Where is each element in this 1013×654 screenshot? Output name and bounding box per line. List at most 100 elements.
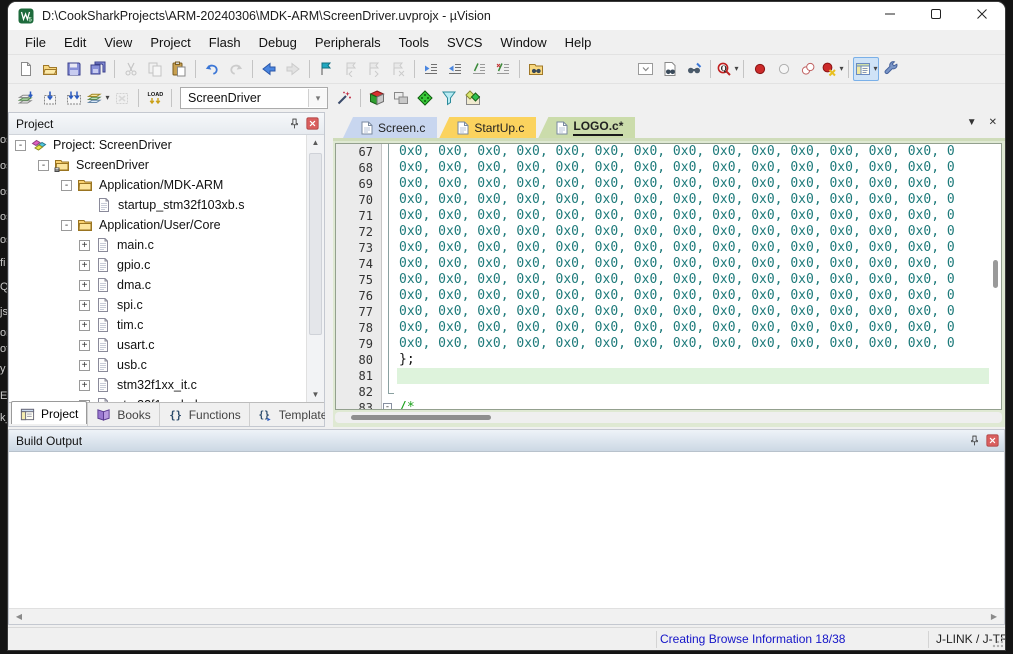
find-button[interactable]: ▾	[682, 58, 706, 80]
menu-item[interactable]: SVCS	[438, 32, 491, 53]
panel-splitter[interactable]	[325, 112, 333, 427]
code-line[interactable]: 80 };	[336, 352, 1001, 368]
rebuild-all-button[interactable]: ▾	[62, 87, 86, 109]
uncomment-selection-button[interactable]: ▾	[491, 58, 515, 80]
scroll-left-icon[interactable]: ◀	[11, 609, 27, 624]
clear-bookmarks-button[interactable]: ▾	[386, 58, 410, 80]
dropdown-caret-icon[interactable]: ▾	[873, 65, 877, 73]
tree-item[interactable]: - Application/MDK-ARM	[9, 175, 324, 195]
code-line[interactable]: 83 - /*	[336, 400, 1001, 410]
menu-item[interactable]: Edit	[55, 32, 95, 53]
find-in-files-button[interactable]: ▾	[524, 58, 548, 80]
panel-tab[interactable]: Books	[87, 403, 158, 426]
menu-item[interactable]: View	[95, 32, 141, 53]
navigate-back-button[interactable]: ▾	[257, 58, 281, 80]
maximize-button[interactable]	[913, 2, 959, 30]
find-text-combobox[interactable]: ▾	[634, 58, 658, 80]
tree-item[interactable]: - Application/User/Core	[9, 215, 324, 235]
file-extensions-button[interactable]: ▾	[389, 87, 413, 109]
tree-item[interactable]: + usb.c	[9, 355, 324, 375]
tree-item[interactable]: - Project: ScreenDriver	[9, 135, 324, 155]
menu-item[interactable]: Flash	[200, 32, 250, 53]
manage-rte-button[interactable]: ▾	[413, 87, 437, 109]
tree-expander[interactable]: -	[15, 140, 26, 151]
scrollbar-thumb[interactable]	[309, 153, 322, 335]
find-in-files-doc-button[interactable]: ▾	[658, 58, 682, 80]
open-file-button[interactable]: ▾	[38, 58, 62, 80]
pack-installer-button[interactable]: ▾	[461, 87, 485, 109]
kill-all-breakpoints-button[interactable]: ▾	[820, 58, 844, 80]
tree-expander[interactable]: -	[38, 160, 49, 171]
menu-item[interactable]: Peripherals	[306, 32, 390, 53]
scroll-down-icon[interactable]: ▼	[307, 387, 324, 402]
navigate-forward-button[interactable]: ▾	[281, 58, 305, 80]
tree-item[interactable]: + tim.c	[9, 315, 324, 335]
indent-button[interactable]: ▾	[419, 58, 443, 80]
target-select-combobox[interactable]: ScreenDriver ▾	[180, 87, 328, 109]
scroll-right-icon[interactable]: ▶	[986, 609, 1002, 624]
disable-breakpoint-button[interactable]: ▾	[772, 58, 796, 80]
close-panel-icon[interactable]	[984, 433, 1000, 448]
new-file-button[interactable]: ▾	[14, 58, 38, 80]
tree-item[interactable]: + usart.c	[9, 335, 324, 355]
previous-bookmark-button[interactable]: ▾	[338, 58, 362, 80]
target-options-button[interactable]: ▾	[365, 87, 389, 109]
code-line[interactable]: 68 0x0, 0x0, 0x0, 0x0, 0x0, 0x0, 0x0, 0x…	[336, 160, 1001, 176]
menu-item[interactable]: Debug	[250, 32, 306, 53]
tree-item[interactable]: + dma.c	[9, 275, 324, 295]
insert-breakpoint-button[interactable]: ▾	[748, 58, 772, 80]
build-output-content[interactable]	[9, 452, 1004, 608]
code-line[interactable]: 77 0x0, 0x0, 0x0, 0x0, 0x0, 0x0, 0x0, 0x…	[336, 304, 1001, 320]
code-line[interactable]: 69 0x0, 0x0, 0x0, 0x0, 0x0, 0x0, 0x0, 0x…	[336, 176, 1001, 192]
tree-expander[interactable]: +	[79, 300, 90, 311]
outdent-button[interactable]: ▾	[443, 58, 467, 80]
tree-expander[interactable]: -	[61, 180, 72, 191]
build-output-scrollbar[interactable]: ◀ ▶	[9, 608, 1004, 624]
translate-button[interactable]: ▾	[14, 87, 38, 109]
menu-item[interactable]: File	[16, 32, 55, 53]
tree-expander[interactable]: +	[79, 260, 90, 271]
code-line[interactable]: 76 0x0, 0x0, 0x0, 0x0, 0x0, 0x0, 0x0, 0x…	[336, 288, 1001, 304]
select-folders-button[interactable]: ▾	[437, 87, 461, 109]
minimize-button[interactable]	[867, 2, 913, 30]
code-line[interactable]: 74 0x0, 0x0, 0x0, 0x0, 0x0, 0x0, 0x0, 0x…	[336, 256, 1001, 272]
menu-item[interactable]: Project	[141, 32, 199, 53]
disable-all-breakpoints-button[interactable]: ▾	[796, 58, 820, 80]
debug-windows-button[interactable]: ▾	[853, 57, 879, 81]
close-window-button[interactable]	[959, 2, 1005, 30]
comment-selection-button[interactable]: ▾	[467, 58, 491, 80]
tree-item[interactable]: - ScreenDriver	[9, 155, 324, 175]
code-line[interactable]: 81	[336, 368, 1001, 384]
menu-item[interactable]: Tools	[390, 32, 438, 53]
tree-expander[interactable]: +	[79, 320, 90, 331]
pin-icon[interactable]	[966, 433, 982, 448]
tree-item[interactable]: + stm32f1xx_it.c	[9, 375, 324, 395]
start-stop-debug-button[interactable]: Q ▾	[715, 58, 739, 80]
dropdown-caret-icon[interactable]: ▾	[839, 65, 843, 73]
next-bookmark-button[interactable]: ▾	[362, 58, 386, 80]
title-bar[interactable]: 5 D:\CookSharkProjects\ARM-20240306\MDK-…	[8, 2, 1005, 30]
code-line[interactable]: 71 0x0, 0x0, 0x0, 0x0, 0x0, 0x0, 0x0, 0x…	[336, 208, 1001, 224]
paste-button[interactable]: ▾	[167, 58, 191, 80]
menu-item[interactable]: Window	[491, 32, 555, 53]
code-line[interactable]: 75 0x0, 0x0, 0x0, 0x0, 0x0, 0x0, 0x0, 0x…	[336, 272, 1001, 288]
code-viewport[interactable]: 67 0x0, 0x0, 0x0, 0x0, 0x0, 0x0, 0x0, 0x…	[335, 143, 1002, 410]
scrollbar-thumb[interactable]	[993, 260, 998, 288]
fold-marker-icon[interactable]: -	[383, 403, 392, 410]
insert-bookmark-button[interactable]: ▾	[314, 58, 338, 80]
editor-vertical-scrollbar[interactable]	[992, 146, 999, 407]
code-line[interactable]: 82	[336, 384, 1001, 400]
tree-expander[interactable]: +	[79, 240, 90, 251]
save-all-button[interactable]: ▾	[86, 58, 110, 80]
code-line[interactable]: 72 0x0, 0x0, 0x0, 0x0, 0x0, 0x0, 0x0, 0x…	[336, 224, 1001, 240]
tree-item[interactable]: + gpio.c	[9, 255, 324, 275]
code-line[interactable]: 79 0x0, 0x0, 0x0, 0x0, 0x0, 0x0, 0x0, 0x…	[336, 336, 1001, 352]
editor-tab[interactable]: StartUp.c	[439, 117, 536, 138]
tree-expander[interactable]: -	[61, 220, 72, 231]
undo-button[interactable]: ▾	[200, 58, 224, 80]
combobox-caret-icon[interactable]: ▾	[308, 89, 327, 107]
save-button[interactable]: ▾	[62, 58, 86, 80]
configure-button[interactable]: ▾	[879, 58, 903, 80]
download-button[interactable]: LOAD ▾	[143, 87, 167, 109]
panel-tab[interactable]: {} Functions	[159, 403, 249, 426]
